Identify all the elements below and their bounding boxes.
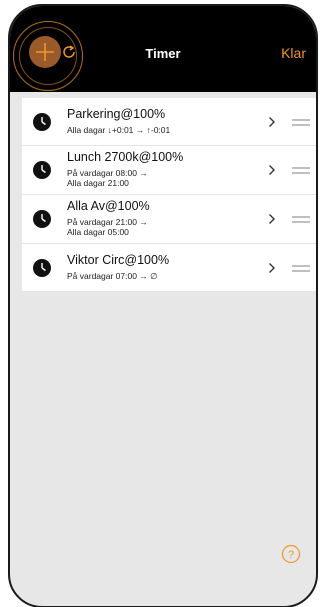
timer-name: Viktor Circ@100%	[67, 253, 170, 267]
timer-list: Parkering@100% Alla dagar ↓+0:01 → ↑-0:0…	[22, 98, 316, 292]
clock-icon	[33, 112, 51, 131]
clock-icon	[33, 210, 51, 228]
timer-name: Lunch 2700k@100%	[67, 150, 184, 164]
timer-schedule-line: Alla dagar 21:00	[67, 178, 129, 188]
drag-handle-icon[interactable]	[292, 167, 310, 174]
timer-name: Alla Av@100%	[67, 199, 150, 213]
timer-schedule-line: På vardagar 08:00 →	[67, 168, 148, 178]
drag-handle-icon[interactable]	[292, 118, 310, 126]
done-button[interactable]: Klar	[281, 45, 306, 61]
timer-schedule-line: På vardagar 21:00 →	[67, 217, 148, 227]
timer-schedule-line: Alla dagar ↓+0:01 → ↑-0:01	[67, 125, 171, 135]
chevron-right-icon[interactable]	[268, 213, 276, 225]
timer-schedule: Alla dagar ↓+0:01 → ↑-0:01	[67, 125, 170, 135]
device-frame: Timer Klar Parkering@100% Alla dagar ↓+0…	[8, 4, 318, 607]
timer-row[interactable]: Parkering@100% Alla dagar ↓+0:01 → ↑-0:0…	[22, 98, 316, 146]
chevron-right-icon[interactable]	[268, 164, 276, 176]
drag-handle-icon[interactable]	[292, 216, 310, 223]
timer-schedule: På vardagar 07:00 → ∅	[67, 271, 158, 281]
timer-schedule: På vardagar 08:00 → Alla dagar 21:00	[67, 168, 148, 188]
drag-handle-icon[interactable]	[292, 264, 310, 272]
timer-name: Parkering@100%	[67, 107, 166, 121]
timer-row[interactable]: Alla Av@100% På vardagar 21:00 → Alla da…	[22, 195, 316, 244]
timer-row[interactable]: Viktor Circ@100% På vardagar 07:00 → ∅	[22, 244, 316, 292]
chevron-right-icon[interactable]	[268, 262, 276, 274]
clock-icon	[33, 258, 51, 277]
timer-schedule-line: På vardagar 07:00 → ∅	[67, 271, 158, 281]
clock-icon	[33, 161, 51, 179]
timer-schedule-line: Alla dagar 05:00	[67, 227, 129, 237]
svg-text:?: ?	[288, 549, 294, 561]
page-title: Timer	[145, 46, 181, 61]
navigation-bar: Timer Klar	[10, 6, 316, 92]
help-icon[interactable]: ?	[281, 544, 301, 564]
timer-row[interactable]: Lunch 2700k@100% På vardagar 08:00 → All…	[22, 146, 316, 195]
chevron-right-icon[interactable]	[268, 116, 276, 128]
timer-schedule: På vardagar 21:00 → Alla dagar 05:00	[67, 217, 148, 237]
